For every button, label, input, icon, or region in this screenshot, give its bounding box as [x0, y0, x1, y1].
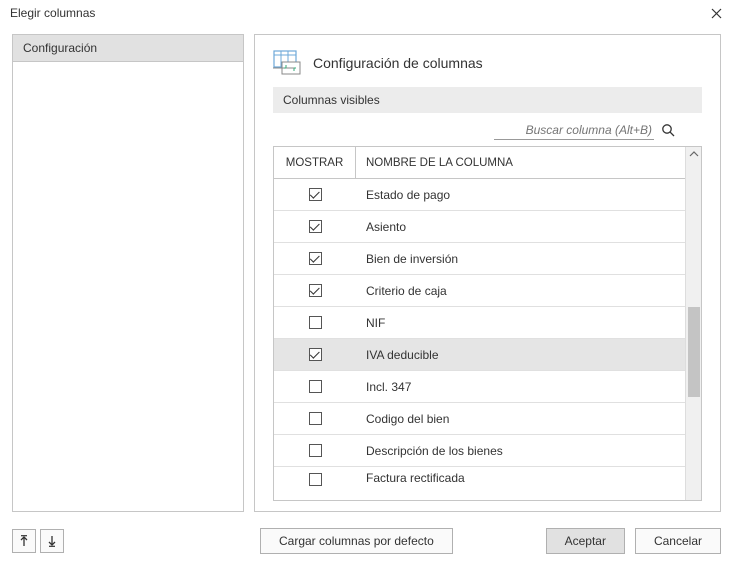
row-checkbox-cell — [274, 211, 356, 242]
columns-table: MOSTRAR NOMBRE DE LA COLUMNA Estado de p… — [273, 146, 702, 501]
main-panel: Configuración de columnas Columnas visib… — [254, 34, 721, 512]
row-label: Estado de pago — [366, 188, 450, 202]
row-name-cell: NIF — [356, 307, 685, 338]
checkbox[interactable] — [309, 220, 322, 233]
row-checkbox-cell — [274, 371, 356, 402]
row-label: IVA deducible — [366, 348, 439, 362]
load-defaults-button[interactable]: Cargar columnas por defecto — [260, 528, 453, 554]
row-label: Incl. 347 — [366, 380, 411, 394]
scrollbar[interactable] — [685, 147, 701, 500]
row-checkbox-cell — [274, 403, 356, 434]
checkbox[interactable] — [309, 252, 322, 265]
row-name-cell: Descripción de los bienes — [356, 435, 685, 466]
sidebar-item-configuracion[interactable]: Configuración — [13, 35, 243, 62]
table-row[interactable]: Factura rectificada — [274, 467, 685, 487]
row-name-cell: Codigo del bien — [356, 403, 685, 434]
checkbox[interactable] — [309, 444, 322, 457]
section-title: Configuración de columnas — [313, 55, 483, 71]
checkbox[interactable] — [309, 284, 322, 297]
titlebar: Elegir columnas — [0, 0, 733, 26]
row-name-cell: Criterio de caja — [356, 275, 685, 306]
move-down-button[interactable] — [40, 529, 64, 553]
search-icon[interactable] — [660, 123, 676, 139]
table-row[interactable]: Asiento — [274, 211, 685, 243]
header-show[interactable]: MOSTRAR — [274, 147, 356, 178]
row-name-cell: IVA deducible — [356, 339, 685, 370]
sidebar: Configuración — [12, 34, 244, 512]
row-label: Codigo del bien — [366, 412, 449, 426]
row-name-cell: Asiento — [356, 211, 685, 242]
checkbox[interactable] — [309, 473, 322, 486]
table-row[interactable]: NIF — [274, 307, 685, 339]
window-title: Elegir columnas — [10, 6, 95, 20]
table-row[interactable]: Bien de inversión — [274, 243, 685, 275]
table-row[interactable]: Codigo del bien — [274, 403, 685, 435]
row-checkbox-cell — [274, 435, 356, 466]
columns-config-icon — [273, 49, 301, 77]
row-checkbox-cell — [274, 467, 356, 487]
row-checkbox-cell — [274, 243, 356, 274]
row-checkbox-cell — [274, 179, 356, 210]
scrollbar-thumb[interactable] — [688, 307, 700, 397]
row-label: Asiento — [366, 220, 406, 234]
footer: Cargar columnas por defecto Aceptar Canc… — [12, 528, 721, 554]
row-name-cell: Incl. 347 — [356, 371, 685, 402]
row-label: NIF — [366, 316, 385, 330]
row-label: Factura rectificada — [366, 467, 465, 485]
row-name-cell: Factura rectificada — [356, 467, 685, 487]
table-row[interactable]: Descripción de los bienes — [274, 435, 685, 467]
row-label: Criterio de caja — [366, 284, 447, 298]
row-label: Bien de inversión — [366, 252, 458, 266]
row-checkbox-cell — [274, 307, 356, 338]
accept-button[interactable]: Aceptar — [546, 528, 625, 554]
subheader-visible-columns: Columnas visibles — [273, 87, 702, 113]
row-label: Descripción de los bienes — [366, 444, 503, 458]
table-row[interactable]: Incl. 347 — [274, 371, 685, 403]
move-up-button[interactable] — [12, 529, 36, 553]
checkbox[interactable] — [309, 188, 322, 201]
search-input[interactable] — [494, 121, 654, 140]
row-checkbox-cell — [274, 339, 356, 370]
checkbox[interactable] — [309, 348, 322, 361]
table-row[interactable]: IVA deducible — [274, 339, 685, 371]
row-name-cell: Estado de pago — [356, 179, 685, 210]
checkbox[interactable] — [309, 412, 322, 425]
row-name-cell: Bien de inversión — [356, 243, 685, 274]
table-header: MOSTRAR NOMBRE DE LA COLUMNA — [274, 147, 685, 179]
sidebar-item-label: Configuración — [23, 41, 97, 55]
cancel-button[interactable]: Cancelar — [635, 528, 721, 554]
header-name[interactable]: NOMBRE DE LA COLUMNA — [356, 147, 685, 178]
checkbox[interactable] — [309, 316, 322, 329]
table-row[interactable]: Criterio de caja — [274, 275, 685, 307]
table-row[interactable]: Estado de pago — [274, 179, 685, 211]
checkbox[interactable] — [309, 380, 322, 393]
close-icon[interactable] — [709, 6, 723, 20]
row-checkbox-cell — [274, 275, 356, 306]
